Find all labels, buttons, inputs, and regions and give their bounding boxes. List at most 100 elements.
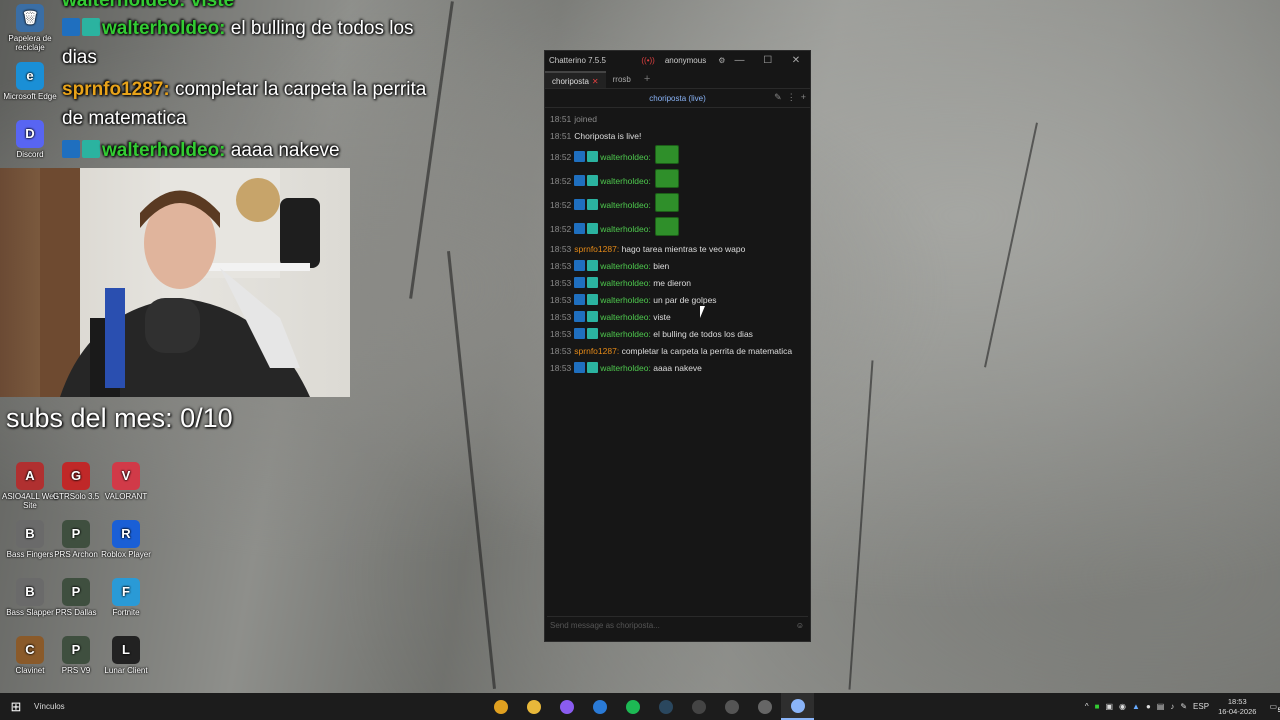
message-username[interactable]: walterholdeo: [600,152,651,162]
emote-icon[interactable] [655,169,680,188]
taskbar-app-gray-icon[interactable] [748,693,781,720]
tray-app-icon[interactable]: ◉ [1119,702,1126,711]
chat-message[interactable]: 18:53 walterholdeo: bien [550,258,805,275]
chat-message[interactable]: 18:53 walterholdeo: un par de golpes [550,292,805,309]
emote-icon[interactable] [655,217,680,236]
window-titlebar[interactable]: Chatterino 7.5.5 ((•)) anonymous ⚙ — ☐ ✕ [545,51,810,70]
settings-gear-icon[interactable]: ⚙ [718,56,725,65]
more-menu-icon[interactable]: ⋮ [787,92,796,102]
taskbar-chrome-icon[interactable] [484,693,517,720]
user-badge-icon[interactable] [574,311,586,322]
user-badge-icon[interactable] [574,328,586,339]
user-badge-icon[interactable] [574,151,586,162]
message-input[interactable]: Send message as choriposta... ☺ [547,616,808,635]
message-username[interactable]: walterholdeo: [600,261,651,271]
chat-message[interactable]: 18:53 walterholdeo: aaaa nakeve [550,360,805,377]
user-badge-icon[interactable] [587,277,599,288]
language-indicator[interactable]: ESP [1193,702,1209,711]
user-badge-icon[interactable] [574,260,586,271]
maximize-icon[interactable]: ☐ [754,55,782,66]
user-badge-icon[interactable] [574,199,586,210]
chat-message[interactable]: 18:52 walterholdeo: [550,193,805,217]
user-badge-icon[interactable] [574,362,586,373]
message-username[interactable]: walterholdeo: [600,312,651,322]
clock[interactable]: 18:53 16-04-2026 [1218,697,1256,717]
desktop-icon[interactable]: F Fortnite [96,578,156,618]
network-icon[interactable]: ▤ [1157,702,1165,711]
account-name[interactable]: anonymous [665,56,706,65]
tray-app-icon[interactable]: ■ [1095,702,1100,711]
desktop-icon[interactable]: R Roblox Player [96,520,156,560]
user-badge-icon[interactable] [574,294,586,305]
user-badge-icon[interactable] [587,311,599,322]
message-list[interactable]: 18:51 joined 18:51 Choriposta is live! 18:52… [545,108,810,380]
user-badge-icon[interactable] [587,362,599,373]
user-badge-icon[interactable] [587,151,599,162]
message-username[interactable]: walterholdeo: [600,200,651,210]
user-badge-icon[interactable] [587,175,599,186]
close-icon[interactable]: ✕ [782,55,810,66]
tray-chevron-icon[interactable]: ^ [1085,702,1089,711]
user-badge-icon[interactable] [587,328,599,339]
message-username[interactable]: sprnfo1287: [574,244,619,254]
chat-message[interactable]: 18:53 walterholdeo: viste [550,309,805,326]
chat-message[interactable]: 18:53 sprnfo1287: completar la carpeta la… [550,343,805,360]
volume-icon[interactable]: ♪ [1170,702,1174,711]
message-username[interactable]: sprnfo1287: [574,346,619,356]
emote-picker-icon[interactable]: ☺ [796,617,804,635]
desktop-icon[interactable]: V VALORANT [96,462,156,502]
tab-close-icon[interactable]: ✕ [592,77,599,86]
user-badge-icon[interactable] [574,277,586,288]
message-username[interactable]: walterholdeo: [600,278,651,288]
chat-message[interactable]: 18:51 Choriposta is live! [550,128,805,145]
minimize-icon[interactable]: — [725,55,753,66]
desktop-icon[interactable]: 🗑 Papelera de reciclaje [0,4,60,53]
notification-icon[interactable]: ▭ 5 [1269,702,1280,714]
taskbar-app-dark-icon[interactable] [715,693,748,720]
message-username[interactable]: walterholdeo: [600,176,651,186]
chat-message[interactable]: 18:52 walterholdeo: [550,169,805,193]
user-badge-icon[interactable] [587,223,599,234]
chat-message[interactable]: 18:51 joined [550,111,805,128]
links-toolbar[interactable]: Vínculos [34,702,65,711]
taskbar-spotify-icon[interactable] [616,693,649,720]
message-username[interactable]: walterholdeo: [600,224,651,234]
taskbar-messenger-icon[interactable] [550,693,583,720]
edit-icon[interactable]: ✎ [774,92,782,102]
channel-header[interactable]: choriposta (live) ✎ ⋮ + [545,89,810,108]
emote-icon[interactable] [655,193,680,212]
chat-message[interactable]: 18:53 sprnfo1287: hago tarea mientras te … [550,241,805,258]
user-badge-icon[interactable] [574,175,586,186]
desktop-icon[interactable]: L Lunar Client [96,636,156,676]
chat-message[interactable]: 18:52 walterholdeo: [550,145,805,169]
pen-icon[interactable]: ✎ [1180,702,1187,711]
taskbar-calculator-icon[interactable] [583,693,616,720]
chat-message[interactable]: 18:53 walterholdeo: me dieron [550,275,805,292]
user-badge-icon[interactable] [574,223,586,234]
message-username[interactable]: walterholdeo: [600,295,651,305]
add-tab-icon[interactable]: + [638,71,656,88]
message-text: bien [653,261,670,271]
tray-app-icon[interactable]: ▲ [1132,702,1140,711]
tray-app-icon[interactable]: ▣ [1105,702,1113,711]
taskbar-steam-icon[interactable] [649,693,682,720]
desktop-icon-label: Lunar Client [104,666,148,675]
desktop-icon[interactable]: D Discord [0,120,60,160]
user-badge-icon[interactable] [587,294,599,305]
microphone-icon[interactable]: ● [1146,702,1151,711]
chat-message[interactable]: 18:52 walterholdeo: [550,217,805,241]
tab-choriposta[interactable]: choriposta ✕ [545,71,606,88]
desktop-icon[interactable]: e Microsoft Edge [0,62,60,102]
emote-icon[interactable] [655,145,680,164]
message-username[interactable]: walterholdeo: [600,363,651,373]
chat-message[interactable]: 18:53 walterholdeo: el bulling de todos l… [550,326,805,343]
taskbar-obs-icon[interactable] [682,693,715,720]
windows-start-icon[interactable]: ⊞ [0,699,32,715]
taskbar-file-explorer-icon[interactable] [517,693,550,720]
taskbar-chatterino-icon[interactable] [781,693,814,720]
user-badge-icon[interactable] [587,260,599,271]
user-badge-icon[interactable] [587,199,599,210]
add-split-icon[interactable]: + [801,92,806,102]
message-username[interactable]: walterholdeo: [600,329,651,339]
tab-rrosb[interactable]: rrosb [606,71,638,88]
